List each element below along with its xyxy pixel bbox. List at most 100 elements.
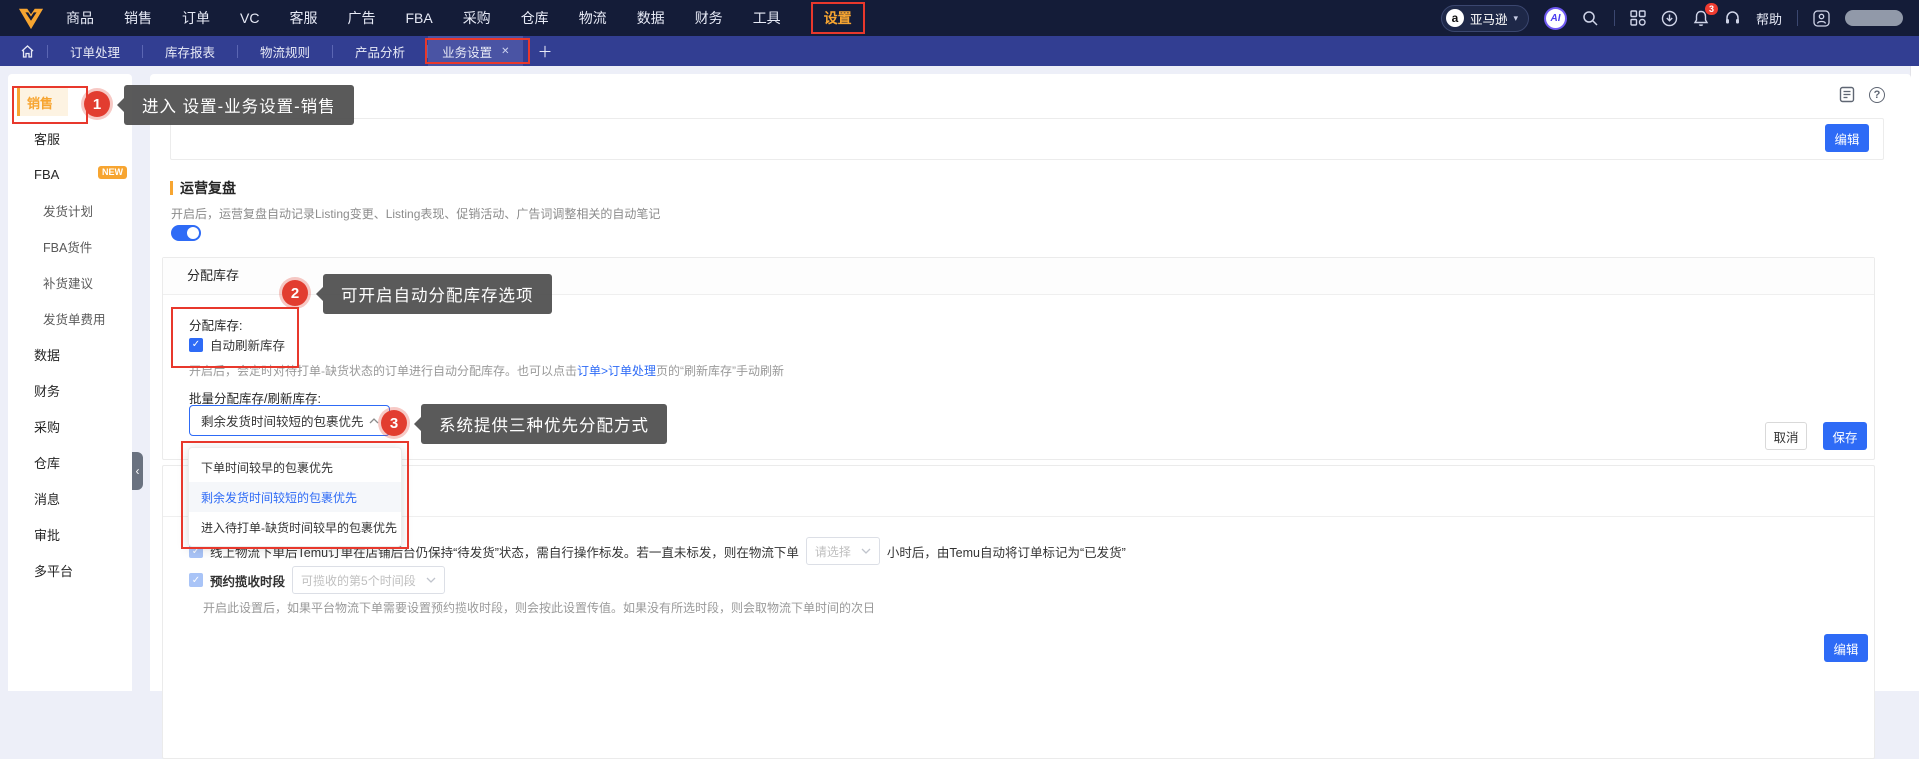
review-toggle-on[interactable]: [171, 225, 201, 241]
divider: [1613, 10, 1615, 26]
hours-select[interactable]: 请选择: [805, 537, 880, 565]
dropdown-option-earliest-pending[interactable]: 进入待打单-缺货时间较早的包裹优先: [189, 512, 401, 542]
sidebar-item-multi-platform[interactable]: 多平台: [8, 552, 132, 588]
nav-item-service[interactable]: 客服: [289, 11, 317, 25]
nav-item-tools[interactable]: 工具: [753, 11, 781, 25]
amazon-logo-icon: a: [1445, 9, 1464, 27]
pickup-timeslot-label: 预约揽收时段: [210, 574, 286, 589]
sidebar-item-purchase[interactable]: 采购: [8, 408, 132, 444]
store-switcher-label: 亚马逊: [1469, 12, 1508, 27]
annotation-step-2: 2: [282, 280, 308, 306]
logistics-panel-header: [163, 466, 1874, 517]
review-section-desc: 开启后，运营复盘自动记录Listing变更、Listing表现、促销活动、广告词…: [171, 207, 661, 221]
annotation-tooltip-2: 可开启自动分配库存选项: [323, 274, 552, 314]
notifications-bell-icon[interactable]: 3: [1693, 2, 1718, 27]
annotation-step-3: 3: [381, 410, 407, 436]
navbar-right-cluster: a 亚马逊 ▾ AI 3 帮助: [1440, 2, 1903, 32]
nav-item-orders[interactable]: 订单: [182, 11, 210, 25]
nav-item-settings[interactable]: 设置: [810, 2, 865, 34]
sidebar-item-approvals[interactable]: 审批: [8, 516, 132, 552]
tab-inventory-report[interactable]: 库存报表: [143, 36, 237, 66]
edit-button-top[interactable]: 编辑: [1825, 124, 1869, 152]
caret-down-icon: ▾: [1513, 12, 1518, 23]
home-icon[interactable]: [8, 44, 47, 59]
tab-logistics-rules[interactable]: 物流规则: [238, 36, 332, 66]
allocate-field-label: 分配库存:: [189, 319, 243, 333]
review-section-title: 运营复盘: [170, 178, 236, 198]
tab-bar: 订单处理 库存报表 物流规则 产品分析 业务设置 ✕ ＋: [0, 36, 1919, 66]
annotation-step-1: 1: [84, 91, 110, 117]
tab-order-processing[interactable]: 订单处理: [48, 36, 142, 66]
sidebar-item-fba[interactable]: FBA NEW: [8, 156, 132, 192]
close-icon[interactable]: ✕: [501, 46, 509, 57]
notes-log-icon[interactable]: [1839, 86, 1855, 103]
priority-select[interactable]: 剩余发货时间较短的包裹优先: [189, 405, 390, 436]
edit-button-bottom[interactable]: 编辑: [1824, 634, 1868, 662]
pickup-timeslot-hint: 开启此设置后，如果平台物流下单需要设置预约揽收时段，则会按此设置传值。如果没有所…: [203, 601, 876, 615]
sidebar-item-messages[interactable]: 消息: [8, 480, 132, 516]
previous-settings-section: 编辑: [170, 118, 1884, 160]
save-button[interactable]: 保存: [1823, 422, 1867, 450]
sidebar-item-shipment-plan[interactable]: 发货计划: [8, 192, 132, 228]
add-tab-button[interactable]: ＋: [523, 41, 566, 62]
sidebar-item-shipment-fees[interactable]: 发货单费用: [8, 300, 132, 336]
nav-item-purchase[interactable]: 采购: [463, 11, 491, 25]
help-icon[interactable]: ?: [1869, 86, 1885, 103]
new-badge: NEW: [98, 166, 127, 179]
user-account-icon[interactable]: [1813, 9, 1830, 27]
main-menu: 商品 销售 订单 VC 客服 广告 FBA 采购 仓库 物流 数据 财务 工具 …: [66, 2, 865, 34]
nav-item-ads[interactable]: 广告: [347, 11, 375, 25]
nav-item-sales[interactable]: 销售: [124, 11, 152, 25]
auto-refresh-checkbox-row[interactable]: ✓ 自动刷新库存: [189, 335, 285, 354]
cancel-button[interactable]: 取消: [1765, 422, 1807, 450]
sidebar-item-data[interactable]: 数据: [8, 336, 132, 372]
scrollbar-gutter[interactable]: [1910, 66, 1919, 691]
help-link[interactable]: 帮助: [1756, 9, 1782, 28]
sidebar-item-sales[interactable]: 销售: [8, 84, 132, 120]
tab-business-settings[interactable]: 业务设置 ✕: [425, 36, 531, 66]
nav-item-goods[interactable]: 商品: [66, 11, 94, 25]
dropdown-option-earliest-order[interactable]: 下单时间较早的包裹优先: [189, 452, 401, 482]
divider: [1797, 10, 1798, 26]
logistics-settings-panel: ✓ 线上物流下单后Temu订单在店铺后台仍保持“待发货”状态，需自行操作标发。若…: [162, 465, 1875, 759]
annotation-tooltip-3: 系统提供三种优先分配方式: [421, 404, 667, 444]
sidebar-item-fba-shipments[interactable]: FBA货件: [8, 228, 132, 264]
dropdown-option-shortest-remaining[interactable]: 剩余发货时间较短的包裹优先: [189, 482, 401, 512]
settings-sidebar: 销售 客服 FBA NEW 发货计划 FBA货件 补货建议 发货单费用 数据 财…: [8, 74, 132, 691]
nav-item-warehouse[interactable]: 仓库: [521, 11, 549, 25]
checkbox-checked-disabled-icon[interactable]: ✓: [189, 573, 203, 587]
pickup-timeslot-row: ✓ 预约揽收时段 可揽收的第5个时间段: [189, 566, 445, 594]
top-navbar: 商品 销售 订单 VC 客服 广告 FBA 采购 仓库 物流 数据 财务 工具 …: [0, 0, 1919, 36]
allocate-hint: 开启后，会定时对待打单-缺货状态的订单进行自动分配库存。也可以点击订单>订单处理…: [189, 364, 785, 378]
sidebar-item-customer-service[interactable]: 客服: [8, 120, 132, 156]
nav-item-data[interactable]: 数据: [637, 11, 665, 25]
tab-product-analysis[interactable]: 产品分析: [333, 36, 427, 66]
checkbox-checked-icon[interactable]: ✓: [189, 337, 203, 352]
nav-item-fba[interactable]: FBA: [405, 11, 432, 25]
apps-grid-icon[interactable]: [1630, 10, 1646, 26]
orange-bar: [170, 181, 173, 195]
chevron-up-icon: [369, 417, 379, 423]
download-icon[interactable]: [1661, 10, 1678, 27]
ai-assistant-icon[interactable]: AI: [1543, 6, 1567, 30]
settings-content: ? 编辑 运营复盘 开启后，运营复盘自动记录Listing变更、Listing表…: [150, 74, 1911, 759]
nav-item-vc[interactable]: VC: [240, 11, 259, 25]
priority-select-dropdown: 下单时间较早的包裹优先 剩余发货时间较短的包裹优先 进入待打单-缺货时间较早的包…: [188, 447, 402, 547]
sidebar-item-finance[interactable]: 财务: [8, 372, 132, 408]
nav-item-logistics[interactable]: 物流: [579, 11, 607, 25]
nav-item-finance[interactable]: 财务: [695, 11, 723, 25]
content-corner-icons: ?: [1839, 86, 1885, 103]
pickup-timeslot-select[interactable]: 可揽收的第5个时间段: [292, 566, 445, 594]
auto-refresh-label: 自动刷新库存: [210, 339, 286, 353]
bell-badge: 3: [1704, 2, 1718, 16]
annotation-tooltip-1: 进入 设置-业务设置-销售: [124, 85, 354, 125]
headset-support-icon[interactable]: [1724, 10, 1741, 26]
sidebar-collapse-handle[interactable]: ‹: [132, 452, 143, 490]
app-logo-icon[interactable]: [16, 5, 48, 31]
search-icon[interactable]: [1582, 10, 1599, 27]
temu-line-text-after: 小时后，由Temu自动将订单标记为“已发货”: [886, 545, 1126, 560]
sidebar-item-warehouse[interactable]: 仓库: [8, 444, 132, 480]
sidebar-item-restock-suggestion[interactable]: 补货建议: [8, 264, 132, 300]
order-processing-link[interactable]: 订单>订单处理: [577, 364, 656, 378]
store-switcher[interactable]: a 亚马逊 ▾: [1440, 4, 1529, 32]
